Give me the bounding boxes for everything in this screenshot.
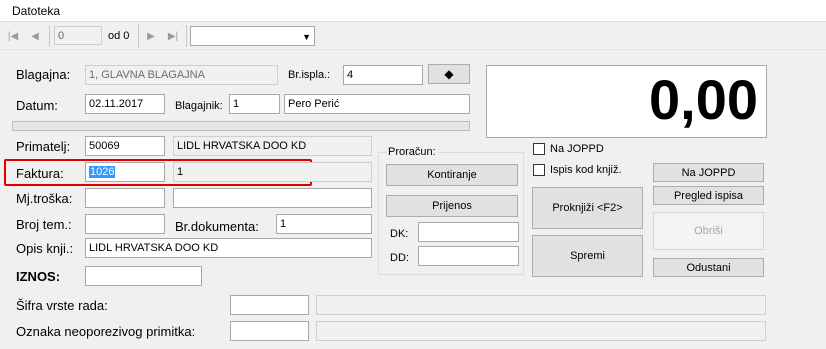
oznaka-desc-field bbox=[316, 321, 766, 341]
na-joppd-button[interactable]: Na JOPPD bbox=[653, 163, 764, 182]
primatelj-label: Primatelj: bbox=[16, 139, 71, 154]
odustani-button[interactable]: Odustani bbox=[653, 258, 764, 277]
navigator-combo[interactable]: ▼ bbox=[190, 26, 315, 46]
iznos-field[interactable] bbox=[85, 266, 202, 286]
br-ispla-field[interactable]: 4 bbox=[343, 65, 423, 85]
separator bbox=[138, 25, 139, 47]
ispis-check-label: Ispis kod knjiž. bbox=[550, 164, 622, 176]
prijenos-button[interactable]: Prijenos bbox=[386, 195, 518, 217]
separator bbox=[49, 25, 50, 47]
datum-field[interactable]: 02.11.2017 bbox=[85, 94, 165, 114]
faktura-field[interactable]: 1026 bbox=[85, 162, 165, 182]
faktura-value: 1026 bbox=[89, 166, 116, 178]
separator bbox=[186, 25, 187, 47]
mjtroska-field[interactable] bbox=[85, 188, 165, 208]
browse-button[interactable]: ◆ bbox=[428, 64, 470, 84]
brojtem-label: Broj tem.: bbox=[16, 217, 72, 232]
oznaka-label: Oznaka neoporezivog primitka: bbox=[16, 324, 196, 339]
datum-label: Datum: bbox=[16, 98, 58, 113]
dk-label: DK: bbox=[390, 228, 409, 240]
na-joppd-checkbox[interactable] bbox=[533, 143, 545, 155]
primatelj-name-field: LIDL HRVATSKA DOO KD bbox=[173, 136, 372, 156]
dd-field[interactable] bbox=[418, 246, 519, 266]
iznos-label: IZNOS: bbox=[16, 269, 61, 284]
record-count-label: od 0 bbox=[108, 30, 130, 42]
na-joppd-check-label: Na JOPPD bbox=[550, 143, 604, 155]
first-record-icon[interactable]: |◀ bbox=[6, 29, 20, 43]
pregled-ispisa-button[interactable]: Pregled ispisa bbox=[653, 186, 764, 205]
brdok-field[interactable]: 1 bbox=[276, 214, 372, 234]
mjtroska-label: Mj.troška: bbox=[16, 191, 73, 206]
last-record-icon[interactable]: ▶| bbox=[166, 29, 180, 43]
blagajna-label: Blagajna: bbox=[16, 67, 71, 82]
blagajnik-id-field[interactable]: 1 bbox=[229, 94, 280, 114]
oznaka-field[interactable] bbox=[230, 321, 309, 341]
mjtroska-name-field[interactable] bbox=[173, 188, 372, 208]
next-record-icon[interactable]: ▶ bbox=[144, 29, 158, 43]
primatelj-id-field[interactable]: 50069 bbox=[85, 136, 165, 156]
obrisi-button[interactable]: Obriši bbox=[653, 212, 764, 250]
faktura-extra-field: 1 bbox=[173, 162, 372, 182]
br-ispla-label: Br.ispla.: bbox=[288, 69, 331, 81]
sifra-label: Šifra vrste rada: bbox=[16, 298, 108, 313]
spremi-button[interactable]: Spremi bbox=[532, 235, 643, 277]
menu-bar: Datoteka bbox=[0, 0, 826, 22]
blagajna-field: 1, GLAVNA BLAGAJNA bbox=[85, 65, 278, 85]
opis-field[interactable]: LIDL HRVATSKA DOO KD bbox=[85, 238, 372, 258]
sifra-desc-field bbox=[316, 295, 766, 315]
brdok-label: Br.dokumenta: bbox=[175, 219, 259, 234]
kontiranje-button[interactable]: Kontiranje bbox=[386, 164, 518, 186]
proracun-title: Proračun: bbox=[386, 146, 438, 158]
proknjizi-button[interactable]: Proknjiži <F2> bbox=[532, 187, 643, 229]
dd-label: DD: bbox=[390, 252, 409, 264]
amount-display: 0,00 bbox=[486, 65, 767, 138]
prev-record-icon[interactable]: ◀ bbox=[28, 29, 42, 43]
progress-bar bbox=[12, 121, 470, 131]
sifra-field[interactable] bbox=[230, 295, 309, 315]
ispis-checkbox[interactable] bbox=[533, 164, 545, 176]
opis-label: Opis knji.: bbox=[16, 241, 74, 256]
brojtem-field[interactable] bbox=[85, 214, 165, 234]
menu-datoteka[interactable]: Datoteka bbox=[12, 4, 60, 18]
chevron-down-icon: ▼ bbox=[302, 32, 311, 42]
faktura-label: Faktura: bbox=[16, 166, 64, 181]
stack-icon: ◆ bbox=[444, 67, 454, 81]
record-position-input[interactable]: 0 bbox=[54, 26, 102, 45]
blagajnik-label: Blagajnik: bbox=[175, 100, 223, 112]
blagajnik-name-field[interactable]: Pero Perić bbox=[284, 94, 470, 114]
dk-field[interactable] bbox=[418, 222, 519, 242]
navigator-bar: |◀ ◀ 0 od 0 ▶ ▶| ▼ bbox=[0, 22, 826, 50]
